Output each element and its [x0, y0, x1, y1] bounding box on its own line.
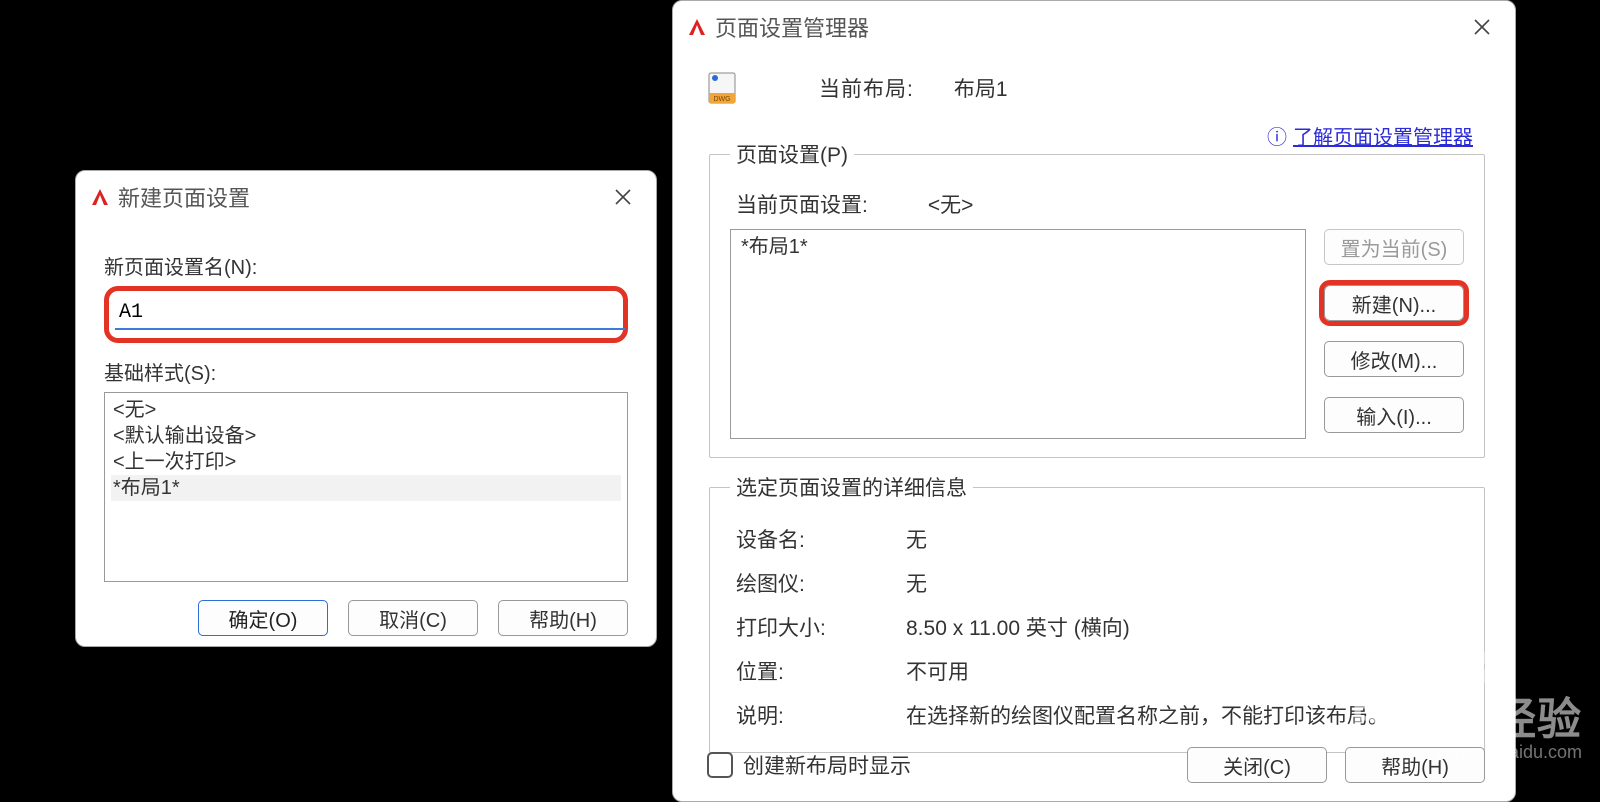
close-button[interactable]: 关闭(C)	[1187, 747, 1327, 783]
new-name-input-highlight	[104, 286, 628, 343]
list-item[interactable]: <无>	[111, 397, 621, 423]
autocad-icon	[687, 17, 707, 37]
ok-button[interactable]: 确定(O)	[198, 600, 328, 636]
dialog-title: 新建页面设置	[118, 181, 606, 213]
current-layout-value: 布局1	[954, 73, 1008, 103]
new-button[interactable]: 新建(N)...	[1324, 285, 1464, 321]
detail-legend: 选定页面设置的详细信息	[730, 472, 973, 502]
description-value: 在选择新的绘图仪配置名称之前，不能打印该布局。	[906, 700, 1464, 730]
device-name-value: 无	[906, 524, 1464, 554]
list-item[interactable]: <默认输出设备>	[111, 423, 621, 449]
list-item[interactable]: *布局1*	[111, 475, 621, 501]
device-name-label: 设备名:	[736, 524, 906, 554]
import-button[interactable]: 输入(I)...	[1324, 397, 1464, 433]
titlebar: 新建页面设置	[76, 171, 656, 221]
current-page-setup-label: 当前页面设置:	[736, 189, 868, 219]
page-setup-manager-dialog: 页面设置管理器 了解页面设置管理器 DWG 当前布局: 布局1 页面设置(P) …	[672, 0, 1516, 802]
base-style-label: 基础样式(S):	[104, 357, 628, 386]
page-setup-listbox[interactable]: *布局1*	[730, 229, 1306, 439]
description-label: 说明:	[736, 700, 906, 730]
dwg-icon: DWG	[707, 71, 737, 105]
new-page-setup-dialog: 新建页面设置 新页面设置名(N): 基础样式(S): <无><默认输出设备><上…	[75, 170, 657, 647]
detail-group: 选定页面设置的详细信息 设备名: 无 绘图仪: 无 打印大小: 8.50 x 1…	[709, 472, 1485, 753]
autocad-icon	[90, 187, 110, 207]
plotter-label: 绘图仪:	[736, 568, 906, 598]
current-layout-label: 当前布局:	[819, 73, 914, 103]
modify-button[interactable]: 修改(M)...	[1324, 341, 1464, 377]
dialog-title: 页面设置管理器	[715, 11, 1465, 43]
titlebar: 页面设置管理器	[673, 1, 1515, 51]
list-item[interactable]: <上一次打印>	[111, 449, 621, 475]
page-setup-legend: 页面设置(P)	[730, 139, 854, 169]
print-size-value: 8.50 x 11.00 英寸 (横向)	[906, 612, 1464, 642]
cancel-button[interactable]: 取消(C)	[348, 600, 478, 636]
create-on-new-layout-checkbox[interactable]	[707, 752, 733, 778]
list-item[interactable]: *布局1*	[741, 234, 1295, 260]
location-label: 位置:	[736, 656, 906, 686]
help-button[interactable]: 帮助(H)	[1345, 747, 1485, 783]
current-page-setup-value: <无>	[928, 189, 974, 219]
page-setup-group: 页面设置(P) 当前页面设置: <无> *布局1* 置为当前(S) 新建(N).…	[709, 139, 1485, 458]
new-name-label: 新页面设置名(N):	[104, 251, 628, 280]
close-icon[interactable]	[606, 182, 640, 212]
svg-text:DWG: DWG	[713, 96, 730, 103]
base-style-listbox[interactable]: <无><默认输出设备><上一次打印>*布局1*	[104, 392, 628, 582]
print-size-label: 打印大小:	[736, 612, 906, 642]
help-button[interactable]: 帮助(H)	[498, 600, 628, 636]
learn-more-link[interactable]: 了解页面设置管理器	[1267, 121, 1473, 150]
new-name-input[interactable]	[115, 295, 625, 330]
location-value: 不可用	[906, 656, 1464, 686]
create-on-new-layout-label: 创建新布局时显示	[743, 750, 911, 780]
set-current-button: 置为当前(S)	[1324, 229, 1464, 265]
plotter-value: 无	[906, 568, 1464, 598]
close-icon[interactable]	[1465, 12, 1499, 42]
